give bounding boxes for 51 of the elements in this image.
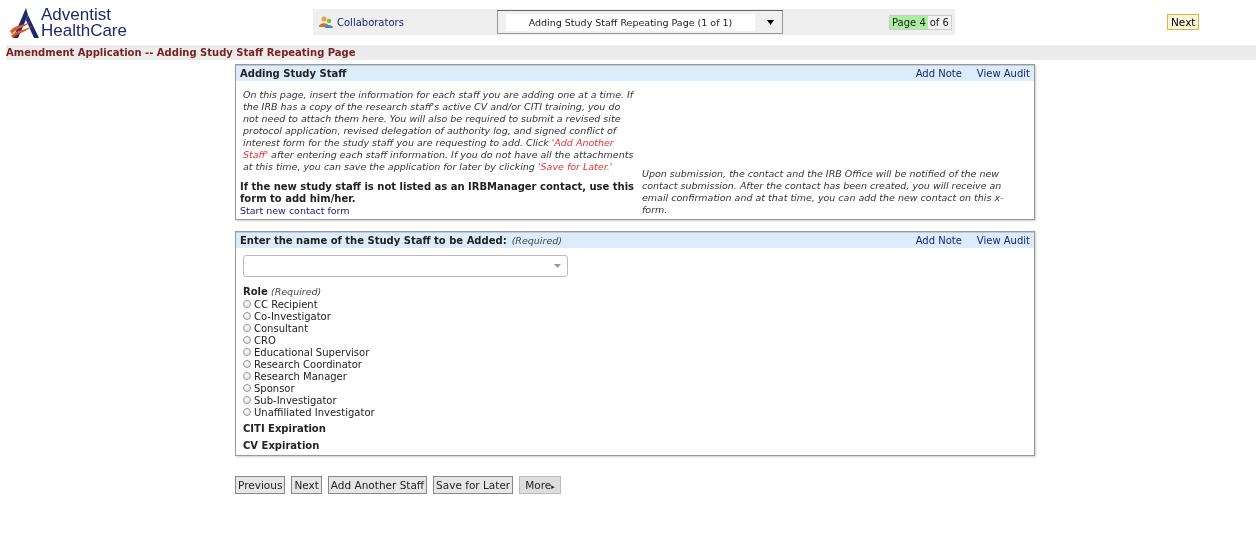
header-link[interactable]: View Audit: [976, 68, 1030, 79]
header-link[interactable]: Add Note: [915, 235, 962, 246]
panel-title: Adding Study Staff: [240, 68, 347, 79]
role-option: Unaffiliated Investigator: [254, 406, 375, 418]
panel-title: Enter the name of the Study Staff to be Added:: [240, 235, 507, 246]
logo-text: Adventist: [41, 7, 112, 23]
logo-text: HealthCare: [41, 23, 127, 39]
contact-prompt: If the new study staff is not listed as an IRBManager contact, use this form to add him/her.: [240, 181, 636, 205]
action-button[interactable]: Next: [291, 476, 322, 494]
field-label: CV Expiration: [243, 440, 321, 452]
staff-name-field[interactable]: [243, 255, 568, 277]
role-option: Co-Investigator: [254, 310, 331, 322]
dropdown-arrow-icon: [554, 264, 561, 268]
role-radio[interactable]: [243, 396, 251, 404]
role-option: Consultant: [254, 322, 309, 334]
role-option: CRO: [254, 334, 276, 346]
new-contact-link[interactable]: Start new contact form: [240, 205, 350, 216]
action-button[interactable]: Add Another Staff: [327, 476, 428, 494]
role-option: Research Manager: [254, 370, 347, 382]
role-radio[interactable]: [243, 384, 251, 392]
role-radio[interactable]: [243, 360, 251, 368]
required-label: (Required): [511, 235, 562, 246]
header-link[interactable]: Add Note: [915, 68, 962, 79]
header-link[interactable]: View Audit: [976, 235, 1030, 246]
role-radio[interactable]: [243, 336, 251, 344]
role-radio[interactable]: [243, 348, 251, 356]
collaborators-link[interactable]: Collaborators: [313, 16, 497, 28]
page-title: Amendment Application -- Adding Study Staff Repeating Page: [6, 47, 356, 58]
role-option: Sub-Investigator: [254, 394, 337, 406]
field-label: CITI Expiration: [243, 423, 327, 435]
action-button[interactable]: Previous: [235, 476, 286, 494]
submission-note: Upon submission, the contact and the IRB Office will be notified of the new contact submission. After the contact has been created, you will receive an email confirmation and at that time, you can add the new contact on this x-form.: [642, 168, 1005, 216]
role-option: Research Coordinator: [254, 358, 362, 370]
role-radio[interactable]: [243, 372, 251, 380]
role-label: Role: [243, 286, 268, 297]
page-number: Page 4: [890, 15, 928, 29]
role-radio[interactable]: [243, 300, 251, 308]
role-option: Educational Supervisor: [254, 346, 370, 358]
instructions-text: On this page, insert the information for each staff you are adding one at a time. If the IRB has a copy of the research staff's active CV and/or CITI training, you do not need to attach them here. You will also be required to submit a revised site protocol application, revised delegation of authority log, and signed conflict of interest form for the study staff you are requesting to add. Click 'Add Another Staff' after entering each staff information. If you do not have all the attachments at this time, you can save the application for later by clicking 'Save for Later.': [243, 89, 636, 173]
role-option: Sponsor: [254, 382, 295, 394]
dropdown-arrow-icon: [767, 19, 774, 25]
role-radio[interactable]: [243, 408, 251, 416]
people-icon: [319, 16, 333, 28]
required-label: (Required): [270, 286, 322, 297]
role-radio[interactable]: [243, 312, 251, 320]
next-button[interactable]: Next: [1167, 14, 1200, 30]
page-select[interactable]: Adding Study Staff Repeating Page (1 of 1): [497, 10, 783, 34]
role-option: CC Recipient: [254, 298, 318, 310]
role-radio[interactable]: [243, 324, 251, 332]
page-total: of 6: [927, 15, 951, 29]
action-button[interactable]: Save for Later: [433, 476, 514, 494]
